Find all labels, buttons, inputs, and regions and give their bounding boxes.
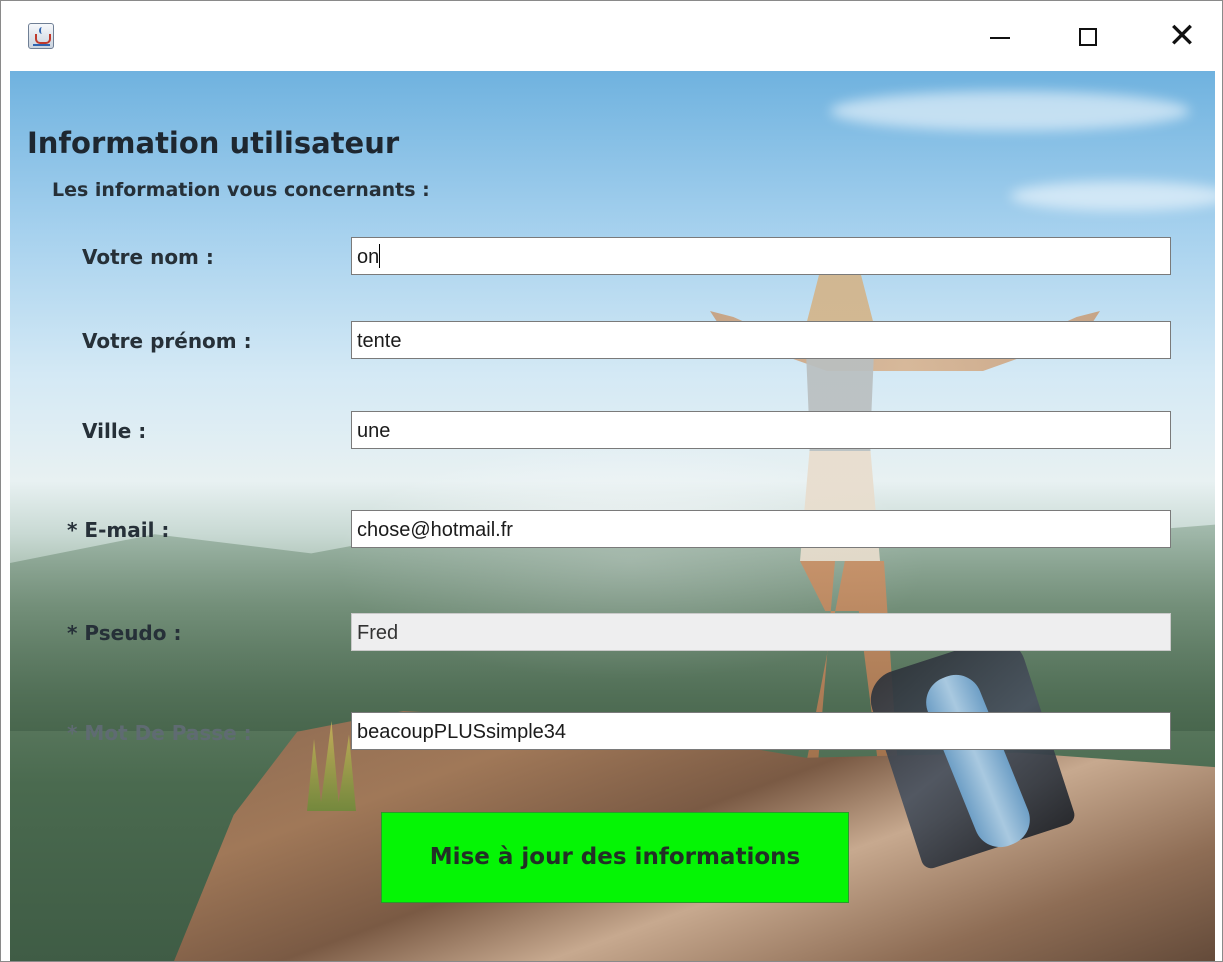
update-info-button[interactable]: Mise à jour des informations [381,812,849,903]
nom-value: on [357,246,380,268]
minimize-button[interactable] [959,1,1039,71]
page-title: Information utilisateur [27,126,400,160]
nom-label: Votre nom : [82,245,214,269]
prenom-label: Votre prénom : [82,329,252,353]
cup-mark [35,34,51,44]
pseudo-label: * Pseudo : [67,621,182,645]
ville-label: Ville : [82,419,147,443]
title-bar[interactable]: ✕ [1,1,1222,71]
java-cup-icon[interactable] [28,23,54,49]
saucer-mark [33,44,50,46]
ville-input[interactable]: une [351,411,1171,449]
email-label: * E-mail : [67,518,170,542]
section-subtitle: Les information vous concernants : [52,179,430,201]
form-panel: Information utilisateur Les information … [10,71,1215,961]
minimize-icon [990,37,1010,39]
prenom-input[interactable]: tente [351,321,1171,359]
nom-input[interactable]: on [351,237,1171,275]
password-input[interactable]: beacoupPLUSsimple34 [351,712,1171,750]
maximize-button[interactable] [1049,1,1129,71]
application-window: ✕ Information utilisateur Les informatio… [0,0,1223,962]
maximize-icon [1079,28,1097,46]
pseudo-input: Fred [351,613,1171,651]
password-label: * Mot De Passe : [67,721,252,745]
close-icon: ✕ [1167,16,1197,56]
email-input[interactable]: chose@hotmail.fr [351,510,1171,548]
cloud-shape [1010,181,1215,211]
cloud-shape [830,91,1190,131]
text-caret [379,244,381,268]
steam-mark [39,27,45,34]
close-button[interactable]: ✕ [1142,1,1222,71]
